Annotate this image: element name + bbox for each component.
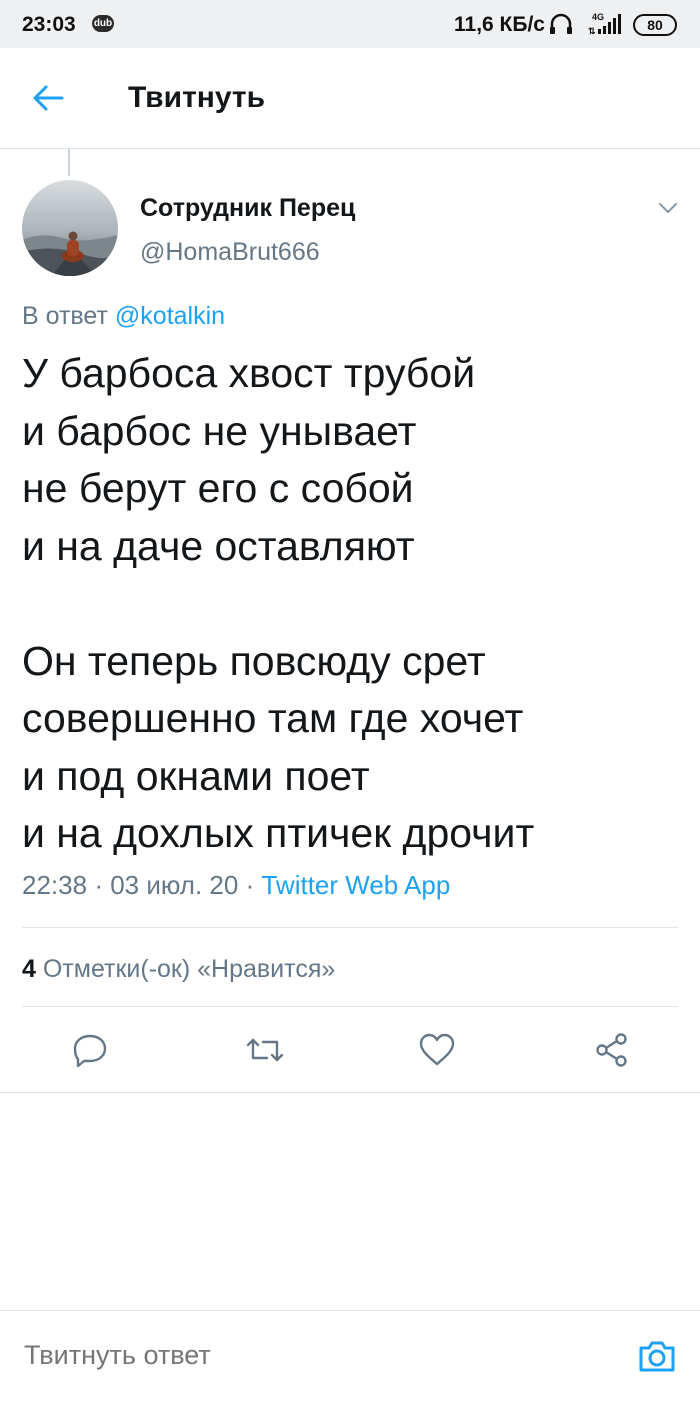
camera-button[interactable]: [636, 1335, 678, 1377]
status-bar: 23:03 dub 11,6 КБ/с 4G ⇅ 80: [0, 0, 700, 48]
reply-input[interactable]: [22, 1339, 606, 1372]
headphones-signal-icon: 4G ⇅: [550, 12, 621, 36]
app-header: Твитнуть: [0, 48, 700, 149]
reply-prefix: В ответ: [22, 302, 108, 330]
author-name[interactable]: Сотрудник Перец: [140, 194, 355, 223]
camera-icon: [639, 1341, 675, 1372]
like-button[interactable]: [417, 1030, 457, 1070]
page-title: Твитнуть: [128, 81, 266, 114]
tweet-line: и на даче оставляют: [22, 522, 415, 569]
tweet-meta: 22:38 · 03 июл. 20 · Twitter Web App: [22, 870, 450, 901]
divider: [22, 1006, 678, 1007]
author-handle[interactable]: @HomaBrut666: [140, 238, 320, 267]
reply-bar: [0, 1310, 700, 1401]
reply-button[interactable]: [70, 1030, 110, 1070]
action-bar: [0, 1030, 700, 1072]
likes-row[interactable]: 4 Отметки(-ок) «Нравится»: [22, 955, 335, 984]
retweet-button[interactable]: [245, 1030, 285, 1070]
back-button[interactable]: [28, 78, 68, 118]
share-icon: [596, 1033, 627, 1067]
tweet-options-button[interactable]: [654, 196, 682, 220]
tweet-line: совершенно там где хочет: [22, 695, 524, 741]
likes-count: 4: [22, 955, 36, 983]
tweet-line: У барбоса хвост трубой: [22, 350, 476, 396]
avatar-image: [22, 180, 118, 276]
tweet-line: и на дохлых птичек дрочит: [22, 810, 535, 856]
reply-mention-link[interactable]: @kotalkin: [115, 302, 225, 330]
reply-icon: [73, 1034, 107, 1068]
retweet-icon: [246, 1038, 284, 1062]
tweet-text: У барбоса хвост трубой и барбос не уныва…: [22, 345, 682, 863]
tweet-date: 03 июл. 20: [110, 870, 239, 900]
tweet-line: не берут его с собой: [22, 465, 414, 511]
avatar[interactable]: [22, 180, 118, 276]
arrow-left-icon: [33, 85, 64, 111]
battery-indicator: 80: [633, 14, 677, 36]
share-button[interactable]: [592, 1030, 632, 1070]
signal-label: 4G: [592, 12, 604, 22]
reply-to: В ответ @kotalkin: [22, 302, 225, 331]
heart-icon: [419, 1033, 455, 1066]
status-time: 23:03: [22, 13, 76, 36]
chevron-down-icon: [659, 203, 677, 213]
tweet-time: 22:38: [22, 870, 88, 900]
svg-text:⇅: ⇅: [588, 26, 596, 36]
network-speed: 11,6 КБ/с: [454, 13, 545, 36]
tweet-line: Он теперь повсюду срет: [22, 637, 486, 684]
tweet-source-link[interactable]: Twitter Web App: [261, 870, 450, 900]
tweet-line: и под окнами поет: [22, 752, 370, 799]
status-icons: 4G ⇅: [548, 10, 628, 44]
divider: [0, 1092, 700, 1093]
tweet-line: и барбос не унывает: [22, 407, 417, 454]
meta-separator: ·: [245, 870, 262, 900]
dub-badge-icon: dub: [92, 15, 114, 32]
meta-separator: ·: [94, 870, 111, 900]
likes-label: Отметки(-ок) «Нравится»: [42, 955, 336, 983]
divider: [22, 927, 678, 928]
thread-line: [68, 148, 70, 176]
